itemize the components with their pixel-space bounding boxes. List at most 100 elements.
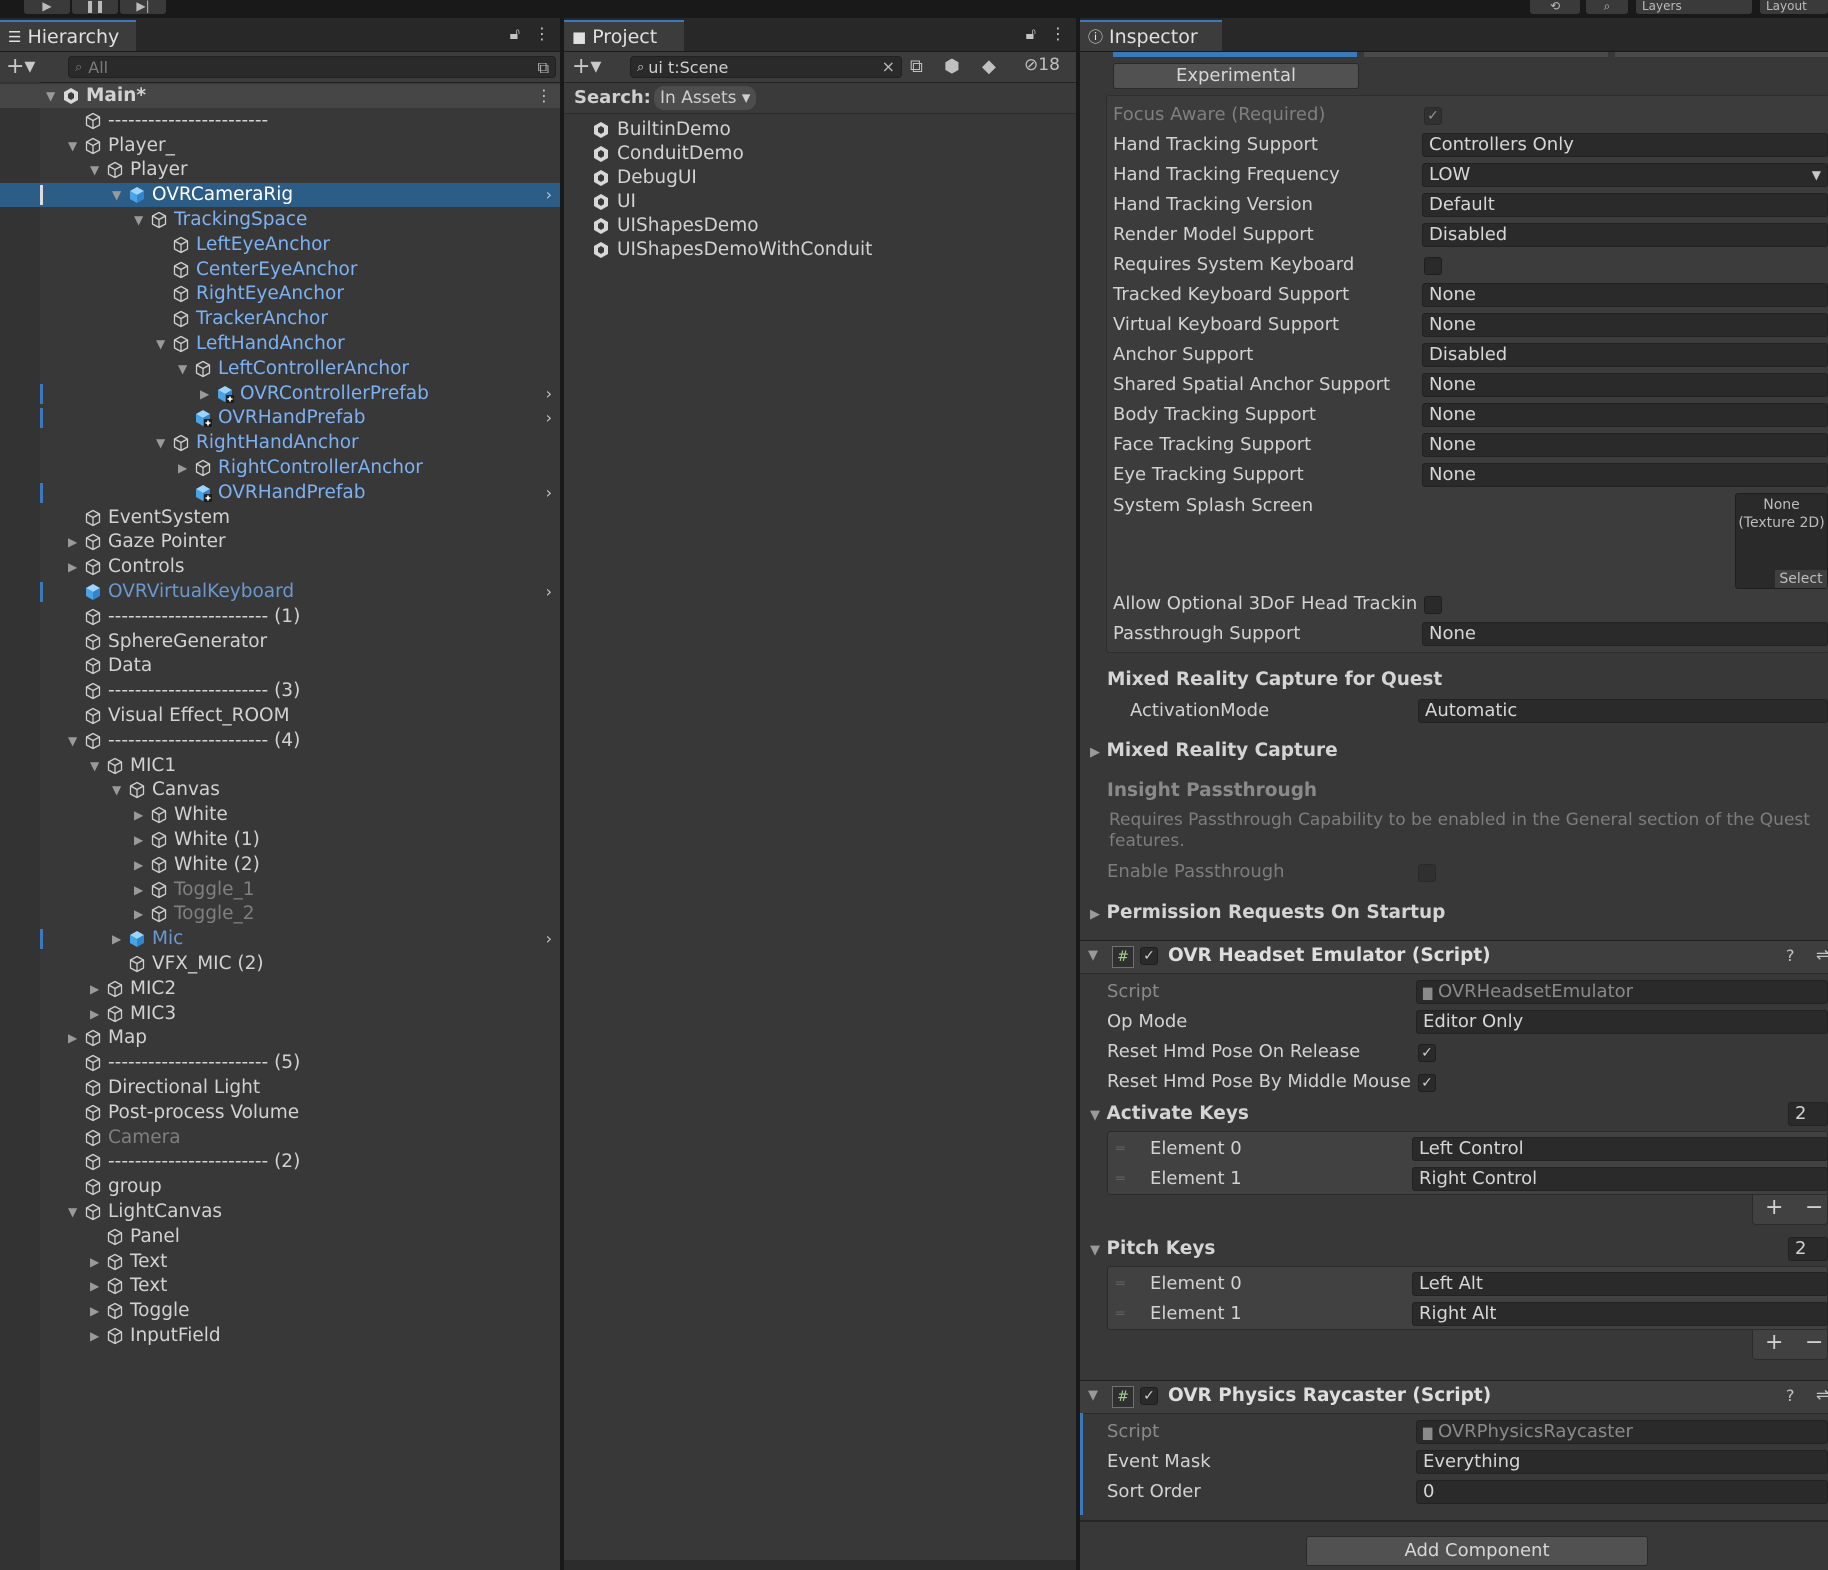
- hierarchy-row[interactable]: ▼ Player: [0, 158, 560, 182]
- help-icon[interactable]: ?: [1786, 946, 1795, 965]
- hierarchy-row[interactable]: ▼ Player_: [0, 134, 560, 158]
- foldout-right-icon[interactable]: ▶: [68, 555, 82, 579]
- raycaster-enabled-checkbox[interactable]: ✓: [1140, 1387, 1158, 1405]
- hierarchy-row[interactable]: ▶ MIC3: [0, 1002, 560, 1026]
- hierarchy-row[interactable]: ▶ Map: [0, 1026, 560, 1050]
- hierarchy-row[interactable]: ------------------------: [0, 109, 560, 133]
- foldout-down-icon[interactable]: ▼: [134, 208, 148, 232]
- setting-dropdown[interactable]: LOW ▼: [1422, 163, 1828, 187]
- hierarchy-row[interactable]: ▼ TrackingSpace: [0, 208, 560, 232]
- hierarchy-row[interactable]: Directional Light: [0, 1076, 560, 1100]
- step-button[interactable]: ▶|: [120, 0, 166, 14]
- foldout-right-icon[interactable]: ▶: [200, 382, 214, 406]
- foldout-right-icon[interactable]: ▶: [134, 853, 148, 877]
- tab-general[interactable]: [1113, 52, 1357, 57]
- activation-mode-field[interactable]: Automatic: [1418, 699, 1828, 723]
- hierarchy-row[interactable]: ▼ OVRCameraRig ›: [0, 183, 560, 208]
- hierarchy-row[interactable]: ▶ RightControllerAnchor: [0, 456, 560, 480]
- drag-handle-icon[interactable]: ═: [1116, 1137, 1124, 1161]
- foldout-right-icon[interactable]: ▶: [90, 1299, 104, 1323]
- foldout-down-icon[interactable]: ▼: [90, 754, 104, 778]
- presets-icon[interactable]: ⇌: [1816, 1385, 1828, 1404]
- pitch-keys-foldout[interactable]: ▼ Pitch Keys: [1090, 1238, 1215, 1259]
- hierarchy-row[interactable]: ▼ Canvas: [0, 778, 560, 802]
- foldout-right-icon[interactable]: ▶: [90, 1002, 104, 1026]
- hierarchy-row[interactable]: ▶ White (2): [0, 853, 560, 877]
- hierarchy-row[interactable]: Post-process Volume: [0, 1101, 560, 1125]
- experimental-button[interactable]: Experimental: [1113, 63, 1359, 89]
- filter-by-type-icon[interactable]: ⬢: [944, 56, 960, 77]
- project-scene-item[interactable]: BuiltinDemo: [564, 118, 1076, 142]
- chevron-right-icon[interactable]: ›: [546, 183, 552, 207]
- foldout-right-icon[interactable]: ▶: [68, 530, 82, 554]
- add-component-button[interactable]: Add Component: [1306, 1536, 1648, 1566]
- hierarchy-row[interactable]: ▶ MIC2: [0, 977, 560, 1001]
- setting-dropdown[interactable]: None: [1422, 463, 1828, 487]
- hierarchy-row[interactable]: ▼ ------------------------ (4): [0, 729, 560, 753]
- tab-build-settings[interactable]: [1364, 52, 1608, 57]
- reset-by-middle-mouse-checkbox[interactable]: ✓: [1418, 1074, 1436, 1092]
- history-icon[interactable]: ⟲: [1530, 0, 1580, 14]
- hierarchy-row[interactable]: SphereGenerator: [0, 630, 560, 654]
- sort-order-field[interactable]: 0: [1416, 1480, 1828, 1504]
- hierarchy-row[interactable]: VFX_MIC (2): [0, 952, 560, 976]
- activate-keys-count-field[interactable]: 2: [1788, 1102, 1828, 1126]
- hierarchy-row[interactable]: ▶ InputField: [0, 1324, 560, 1348]
- splash-select-button[interactable]: Select: [1775, 570, 1827, 588]
- tab-inspector[interactable]: ⓘ Inspector: [1080, 20, 1222, 51]
- key-dropdown[interactable]: Left Alt: [1412, 1272, 1828, 1296]
- drag-handle-icon[interactable]: ═: [1116, 1302, 1124, 1326]
- drag-handle-icon[interactable]: ═: [1116, 1272, 1124, 1296]
- hierarchy-row[interactable]: Data: [0, 654, 560, 678]
- chevron-right-icon[interactable]: ›: [546, 927, 552, 951]
- hierarchy-row[interactable]: ▼ Main* ⋮: [0, 84, 560, 108]
- hierarchy-row[interactable]: ▶ White: [0, 803, 560, 827]
- hierarchy-search-field[interactable]: ⌕ All ⧉: [68, 56, 556, 78]
- reset-on-release-checkbox[interactable]: ✓: [1418, 1044, 1436, 1062]
- hierarchy-row[interactable]: Camera: [0, 1126, 560, 1150]
- hierarchy-row[interactable]: ▶ Text: [0, 1274, 560, 1298]
- foldout-right-icon[interactable]: ▶: [90, 1274, 104, 1298]
- search-scope-dropdown[interactable]: In Assets ▾: [654, 86, 757, 110]
- hierarchy-row[interactable]: LeftEyeAnchor: [0, 233, 560, 257]
- foldout-right-icon[interactable]: ▶: [90, 1250, 104, 1274]
- project-scene-item[interactable]: DebugUI: [564, 166, 1076, 190]
- add-dropdown-button[interactable]: +▾: [6, 54, 35, 79]
- key-dropdown[interactable]: Left Control: [1412, 1137, 1828, 1161]
- lock-icon[interactable]: 🔓︎: [1026, 24, 1036, 44]
- foldout-right-icon[interactable]: ▶: [134, 828, 148, 852]
- op-mode-dropdown[interactable]: Editor Only: [1416, 1010, 1828, 1034]
- chevron-right-icon[interactable]: ›: [546, 382, 552, 406]
- setting-dropdown[interactable]: None: [1422, 313, 1828, 337]
- splash-texture-field[interactable]: None (Texture 2D) Select: [1735, 493, 1828, 589]
- allow-3dof-checkbox[interactable]: [1424, 596, 1442, 614]
- search-window-icon[interactable]: ⧉: [910, 56, 923, 77]
- setting-dropdown[interactable]: Controllers Only: [1422, 133, 1828, 157]
- pause-button[interactable]: ❚❚: [72, 0, 118, 14]
- project-scene-item[interactable]: UI: [564, 190, 1076, 214]
- hierarchy-row[interactable]: ▶ Mic ›: [0, 927, 560, 951]
- foldout-down-icon[interactable]: ▼: [178, 357, 192, 381]
- headset-emulator-enabled-checkbox[interactable]: ✓: [1140, 947, 1158, 965]
- hierarchy-row[interactable]: ▼ MIC1: [0, 754, 560, 778]
- scene-picker-icon[interactable]: ⧉: [538, 58, 549, 78]
- layers-dropdown[interactable]: Layers: [1636, 0, 1752, 14]
- foldout-down-icon[interactable]: ▼: [156, 431, 170, 455]
- hierarchy-row[interactable]: ▼ LightCanvas: [0, 1200, 560, 1224]
- project-search-field[interactable]: ⌕ ui t:Scene ×: [630, 56, 902, 78]
- foldout-right-icon[interactable]: ▶: [134, 902, 148, 926]
- chevron-right-icon[interactable]: ›: [546, 406, 552, 430]
- foldout-down-icon[interactable]: ▼: [68, 729, 82, 753]
- kebab-menu-icon[interactable]: ⋮: [534, 24, 550, 44]
- foldout-down-icon[interactable]: ▼: [90, 158, 104, 182]
- raycaster-header[interactable]: ▼ # ✓ OVR Physics Raycaster (Script) ? ⇌: [1080, 1380, 1828, 1414]
- hierarchy-row[interactable]: ▼ LeftHandAnchor: [0, 332, 560, 356]
- foldout-right-icon[interactable]: ▶: [178, 456, 192, 480]
- setting-checkbox[interactable]: [1424, 257, 1442, 275]
- setting-dropdown[interactable]: None: [1422, 433, 1828, 457]
- kebab-menu-icon[interactable]: ⋮: [1050, 24, 1066, 44]
- permission-foldout[interactable]: ▶ Permission Requests On Startup: [1090, 902, 1445, 923]
- tab-hierarchy[interactable]: ☰ Hierarchy: [0, 20, 136, 51]
- hierarchy-row[interactable]: CenterEyeAnchor: [0, 258, 560, 282]
- hierarchy-row[interactable]: ▶ White (1): [0, 828, 560, 852]
